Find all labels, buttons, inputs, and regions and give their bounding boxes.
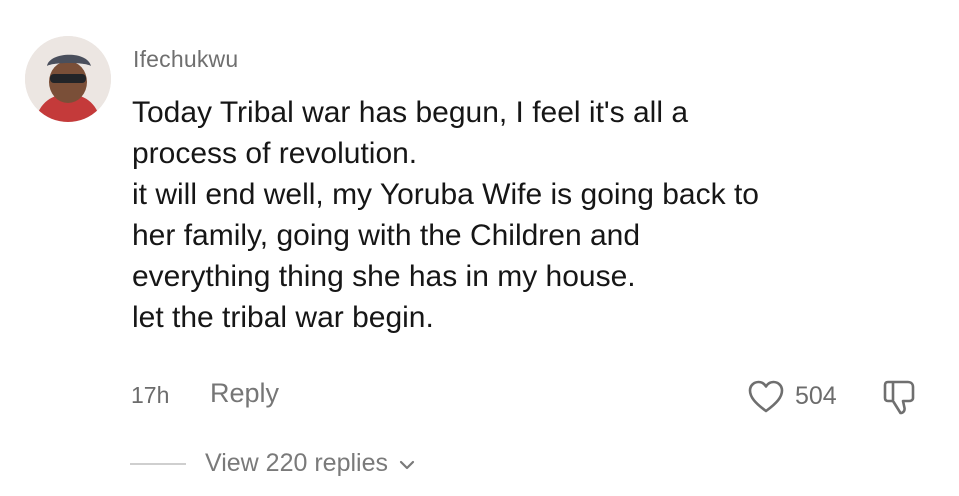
reply-button[interactable]: Reply <box>210 378 279 409</box>
comment-text: Today Tribal war has begun, I feel it's … <box>132 92 932 338</box>
comment-text-line: it will end well, my Yoruba Wife is goin… <box>132 178 759 211</box>
thumbs-down-outline-icon[interactable] <box>880 377 920 417</box>
comment-text-line: everything thing she has in my house. <box>132 260 636 293</box>
comment-text-line: process of revolution. <box>132 137 418 170</box>
comment-text-line: let the tribal war begin. <box>132 301 434 334</box>
avatar[interactable] <box>25 36 111 122</box>
like-count: 504 <box>795 382 837 410</box>
heart-outline-icon[interactable] <box>747 380 785 414</box>
comment-item: Ifechukwu Today Tribal war has begun, I … <box>0 0 959 496</box>
comment-text-line: Today Tribal war has begun, I feel it's … <box>132 96 689 129</box>
comment-text-line: her family, going with the Children and <box>132 219 641 252</box>
view-replies-button[interactable]: View 220 replies <box>205 449 415 478</box>
chevron-down-icon <box>399 448 415 477</box>
comment-timestamp: 17h <box>131 382 170 408</box>
replies-divider <box>130 463 186 465</box>
comment-username[interactable]: Ifechukwu <box>133 46 238 73</box>
view-replies-label: View 220 replies <box>205 449 388 477</box>
